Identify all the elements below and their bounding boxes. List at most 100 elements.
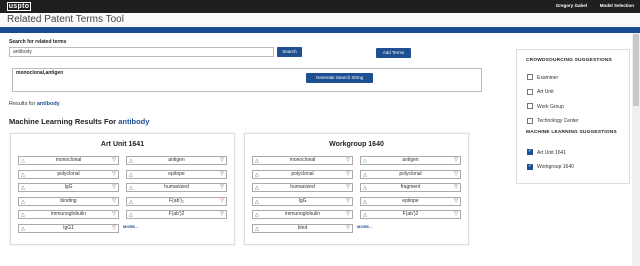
- checkbox[interactable]: [527, 74, 533, 80]
- add-terms-button[interactable]: Add Terms: [376, 48, 411, 58]
- chevron-down-icon[interactable]: ▽: [454, 184, 458, 191]
- term-dropdown[interactable]: △ IgG ▽: [252, 196, 353, 206]
- chevron-down-icon[interactable]: ▽: [220, 198, 224, 205]
- checkbox[interactable]: [527, 88, 533, 95]
- term-dropdown[interactable]: △ polyclonal ▽: [252, 169, 353, 179]
- card-title: Workgroup 1640: [329, 141, 384, 148]
- triangle-icon: △: [129, 158, 133, 164]
- triangle-icon: △: [363, 185, 367, 192]
- chevron-down-icon[interactable]: ▽: [454, 211, 458, 218]
- chevron-down-icon[interactable]: ▽: [346, 211, 350, 218]
- chevron-down-icon[interactable]: ▽: [346, 157, 350, 164]
- term-dropdown[interactable]: △ binding ▽: [18, 196, 119, 206]
- chevron-down-icon[interactable]: ▽: [454, 198, 458, 205]
- more-link[interactable]: MORE...: [123, 224, 138, 229]
- term-dropdown[interactable]: △ immunoglobulin ▽: [18, 210, 119, 220]
- results-for-line: Results for antibody: [9, 101, 60, 107]
- triangle-icon: △: [363, 158, 367, 164]
- term-label: epitope: [402, 197, 419, 204]
- term-dropdown[interactable]: △ bind ▽: [252, 224, 353, 233]
- chevron-down-icon[interactable]: ▽: [112, 198, 116, 205]
- selected-terms-field[interactable]: monoclonal,antigen: [12, 68, 482, 92]
- triangle-icon: △: [21, 185, 25, 192]
- checkbox-label: Art Unit: [537, 89, 554, 95]
- term-dropdown[interactable]: △ antigen ▽: [360, 156, 461, 165]
- term-dropdown[interactable]: △ epitope ▽: [360, 196, 461, 206]
- checkbox-label: Workgroup 1640: [537, 164, 574, 170]
- checkbox-label: Art Unit 1641: [537, 149, 567, 156]
- term-label: monoclonal: [55, 157, 82, 163]
- triangle-icon: △: [21, 226, 25, 232]
- term-dropdown[interactable]: △ humanized ▽: [252, 183, 353, 193]
- term-label: monoclonal: [289, 157, 316, 163]
- term-dropdown[interactable]: △ F(ab')₂ ▽: [126, 196, 227, 206]
- chevron-down-icon[interactable]: ▽: [112, 211, 116, 218]
- ml-results-heading: Machine Learning Results For antibody: [9, 117, 150, 126]
- results-term-link[interactable]: antibody: [37, 101, 60, 107]
- chevron-down-icon[interactable]: ▽: [346, 171, 350, 178]
- art-unit-card: Art Unit 1641 △ monoclonal ▽ △ polyclonal ▽ △ Ig…: [10, 133, 235, 245]
- triangle-icon: △: [363, 198, 367, 205]
- term-dropdown[interactable]: △ antigen ▽: [126, 156, 227, 165]
- chevron-down-icon[interactable]: ▽: [454, 157, 458, 164]
- term-dropdown[interactable]: △ fragment ▽: [360, 183, 461, 193]
- term-dropdown[interactable]: △ F(ab')2 ▽: [360, 210, 461, 220]
- term-dropdown[interactable]: △ immunoglobulin ▽: [252, 210, 353, 220]
- chevron-down-icon[interactable]: ▽: [346, 225, 350, 232]
- term-dropdown[interactable]: △ humanized ▽: [126, 183, 227, 193]
- chevron-down-icon[interactable]: ▽: [112, 171, 116, 178]
- search-label: Search for related terms: [9, 39, 67, 45]
- term-label: binding: [60, 197, 77, 204]
- scrollbar-thumb[interactable]: [633, 34, 639, 106]
- term-dropdown[interactable]: △ IgG1 ▽: [18, 224, 119, 233]
- chevron-down-icon[interactable]: ▽: [220, 171, 224, 178]
- user-name[interactable]: Gregory Gabel: [556, 3, 587, 8]
- checkbox[interactable]: [527, 148, 533, 155]
- term-dropdown[interactable]: △ F(ab')2 ▽: [126, 210, 227, 220]
- triangle-icon: △: [21, 212, 25, 219]
- chevron-down-icon[interactable]: ▽: [220, 157, 224, 164]
- term-label: humanized: [164, 184, 189, 191]
- triangle-icon: △: [129, 171, 133, 178]
- term-label: polyclonal: [291, 170, 314, 177]
- term-label: humanized: [290, 184, 315, 191]
- chevron-down-icon[interactable]: ▽: [346, 184, 350, 191]
- term-label: bind: [297, 225, 308, 231]
- chevron-down-icon[interactable]: ▽: [220, 184, 224, 191]
- generate-search-string-button[interactable]: Generate Search String: [306, 73, 373, 83]
- blue-divider: [0, 27, 640, 33]
- checkbox[interactable]: [527, 103, 533, 109]
- search-input[interactable]: antibody: [9, 47, 274, 57]
- term-dropdown[interactable]: △ monoclonal ▽: [252, 156, 353, 165]
- checkbox[interactable]: [527, 117, 533, 124]
- chevron-down-icon[interactable]: ▽: [454, 171, 458, 178]
- term-dropdown[interactable]: △ monoclonal ▽: [18, 156, 119, 165]
- ml-suggestions-title: MACHINE LEARNING SUGGESTIONS: [526, 130, 617, 135]
- term-label: epitope: [168, 170, 185, 177]
- more-link[interactable]: MORE...: [357, 224, 372, 229]
- term-label: immunoglobulin: [284, 211, 321, 218]
- term-label: F(ab')₂: [169, 197, 184, 204]
- chevron-down-icon[interactable]: ▽: [220, 211, 224, 218]
- card-title: Art Unit 1641: [100, 141, 145, 148]
- term-label: IgG: [298, 197, 307, 204]
- uspto-logo[interactable]: uspto: [7, 2, 31, 11]
- search-button[interactable]: Search: [277, 47, 302, 57]
- chevron-down-icon[interactable]: ▽: [112, 157, 116, 164]
- model-selection-link[interactable]: Model Selection: [600, 3, 634, 8]
- term-dropdown[interactable]: △ IgG ▽: [18, 183, 119, 193]
- term-dropdown[interactable]: △ epitope ▽: [126, 169, 227, 179]
- crowdsourcing-title: CROWDSOURCING SUGGESTIONS: [526, 58, 613, 63]
- term-dropdown[interactable]: △ polyclonal ▽: [360, 169, 461, 179]
- term-dropdown[interactable]: △ polyclonal ▽: [18, 169, 119, 179]
- term-label: IgG1: [63, 225, 74, 231]
- checkbox[interactable]: [527, 163, 533, 170]
- triangle-icon: △: [129, 198, 133, 205]
- chevron-down-icon[interactable]: ▽: [346, 198, 350, 205]
- chevron-down-icon[interactable]: ▽: [112, 225, 116, 232]
- chevron-down-icon[interactable]: ▽: [112, 184, 116, 191]
- term-label: immunoglobulin: [50, 211, 87, 218]
- term-label: IgG: [64, 184, 73, 191]
- triangle-icon: △: [255, 185, 259, 192]
- triangle-icon: △: [21, 171, 25, 178]
